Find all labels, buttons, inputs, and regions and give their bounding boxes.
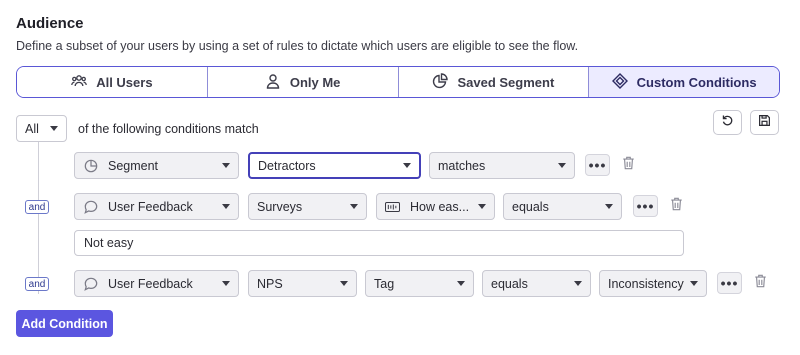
condition-2-more-button[interactable]: ••• [633,195,658,217]
condition-1-more-button[interactable]: ••• [585,154,610,176]
only-me-option[interactable]: Only Me [207,67,399,97]
trash-icon [670,197,683,216]
user-icon [265,73,281,92]
condition-3-source-select[interactable]: NPS [248,270,357,297]
audience-title: Audience [16,15,84,32]
chevron-down-icon [222,163,230,168]
custom-conditions-option[interactable]: Custom Conditions [589,67,779,97]
diamond-icon [611,72,628,92]
condition-1-property-select[interactable]: Segment [74,152,239,179]
pie-chart-icon [83,158,98,173]
save-button[interactable] [750,110,779,135]
chevron-down-icon [457,281,465,286]
condition-2-operator: equals [512,199,549,214]
audience-description: Define a subset of your users by using a… [16,39,579,53]
chevron-down-icon [222,204,230,209]
saved-segment-label: Saved Segment [457,74,555,90]
condition-3-value: Inconsistency [608,276,684,291]
condition-3-operator-select[interactable]: equals [482,270,591,297]
condition-2-and-badge: and [25,200,49,214]
chevron-down-icon [403,163,411,168]
condition-2-delete-button[interactable] [669,197,683,216]
only-me-label: Only Me [289,74,341,90]
condition-1-value: Detractors [258,158,316,173]
condition-connector-line [38,142,39,294]
chevron-down-icon [50,126,58,131]
condition-2-source: Surveys [257,199,303,214]
condition-3-more-button[interactable]: ••• [717,272,742,294]
add-condition-button[interactable]: Add Condition [16,310,113,337]
chevron-down-icon [690,281,698,286]
condition-3-field: Tag [374,276,395,291]
condition-2-property: User Feedback [108,199,193,214]
condition-3-delete-button[interactable] [753,274,767,293]
condition-2-question-select[interactable]: How eas... [376,193,495,220]
trash-icon [622,156,635,175]
chevron-down-icon [340,281,348,286]
match-description: of the following conditions match [78,122,259,136]
all-users-label: All Users [96,74,153,90]
refresh-icon [721,114,734,132]
chevron-down-icon [558,163,566,168]
condition-3-operator: equals [491,276,528,291]
condition-3-and-badge: and [25,277,49,291]
audience-type-selector: All Users Only Me Saved Segment Custom C… [16,66,780,98]
chevron-down-icon [574,281,582,286]
chevron-down-icon [478,204,486,209]
condition-1-value-select[interactable]: Detractors [248,152,421,179]
all-users-option[interactable]: All Users [17,67,208,97]
condition-2-answer-input[interactable]: Not easy [74,230,684,256]
custom-conditions-label: Custom Conditions [636,74,757,90]
condition-2-source-select[interactable]: Surveys [248,193,367,220]
rating-scale-icon [385,199,400,214]
condition-3-value-select[interactable]: Inconsistency [599,270,707,297]
chevron-down-icon [605,204,613,209]
condition-1-property: Segment [108,158,159,173]
condition-3-source: NPS [257,276,283,291]
chat-bubble-icon [83,199,98,214]
chevron-down-icon [350,204,358,209]
chevron-down-icon [222,281,230,286]
trash-icon [754,274,767,293]
condition-2-question: How eas... [410,199,470,214]
condition-1-delete-button[interactable] [621,156,635,175]
match-quantifier-select[interactable]: All [16,115,67,142]
condition-1-operator: matches [438,158,486,173]
save-icon [758,114,771,132]
condition-2-property-select[interactable]: User Feedback [74,193,239,220]
saved-segment-option[interactable]: Saved Segment [398,67,590,97]
condition-3-field-select[interactable]: Tag [365,270,474,297]
chat-bubble-icon [83,276,98,291]
condition-3-property: User Feedback [108,276,193,291]
condition-3-property-select[interactable]: User Feedback [74,270,239,297]
users-icon [71,73,88,92]
match-quantifier-value: All [25,121,39,136]
pie-chart-icon [432,72,449,92]
condition-1-operator-select[interactable]: matches [429,152,575,179]
reset-button[interactable] [713,110,742,135]
condition-2-operator-select[interactable]: equals [503,193,622,220]
